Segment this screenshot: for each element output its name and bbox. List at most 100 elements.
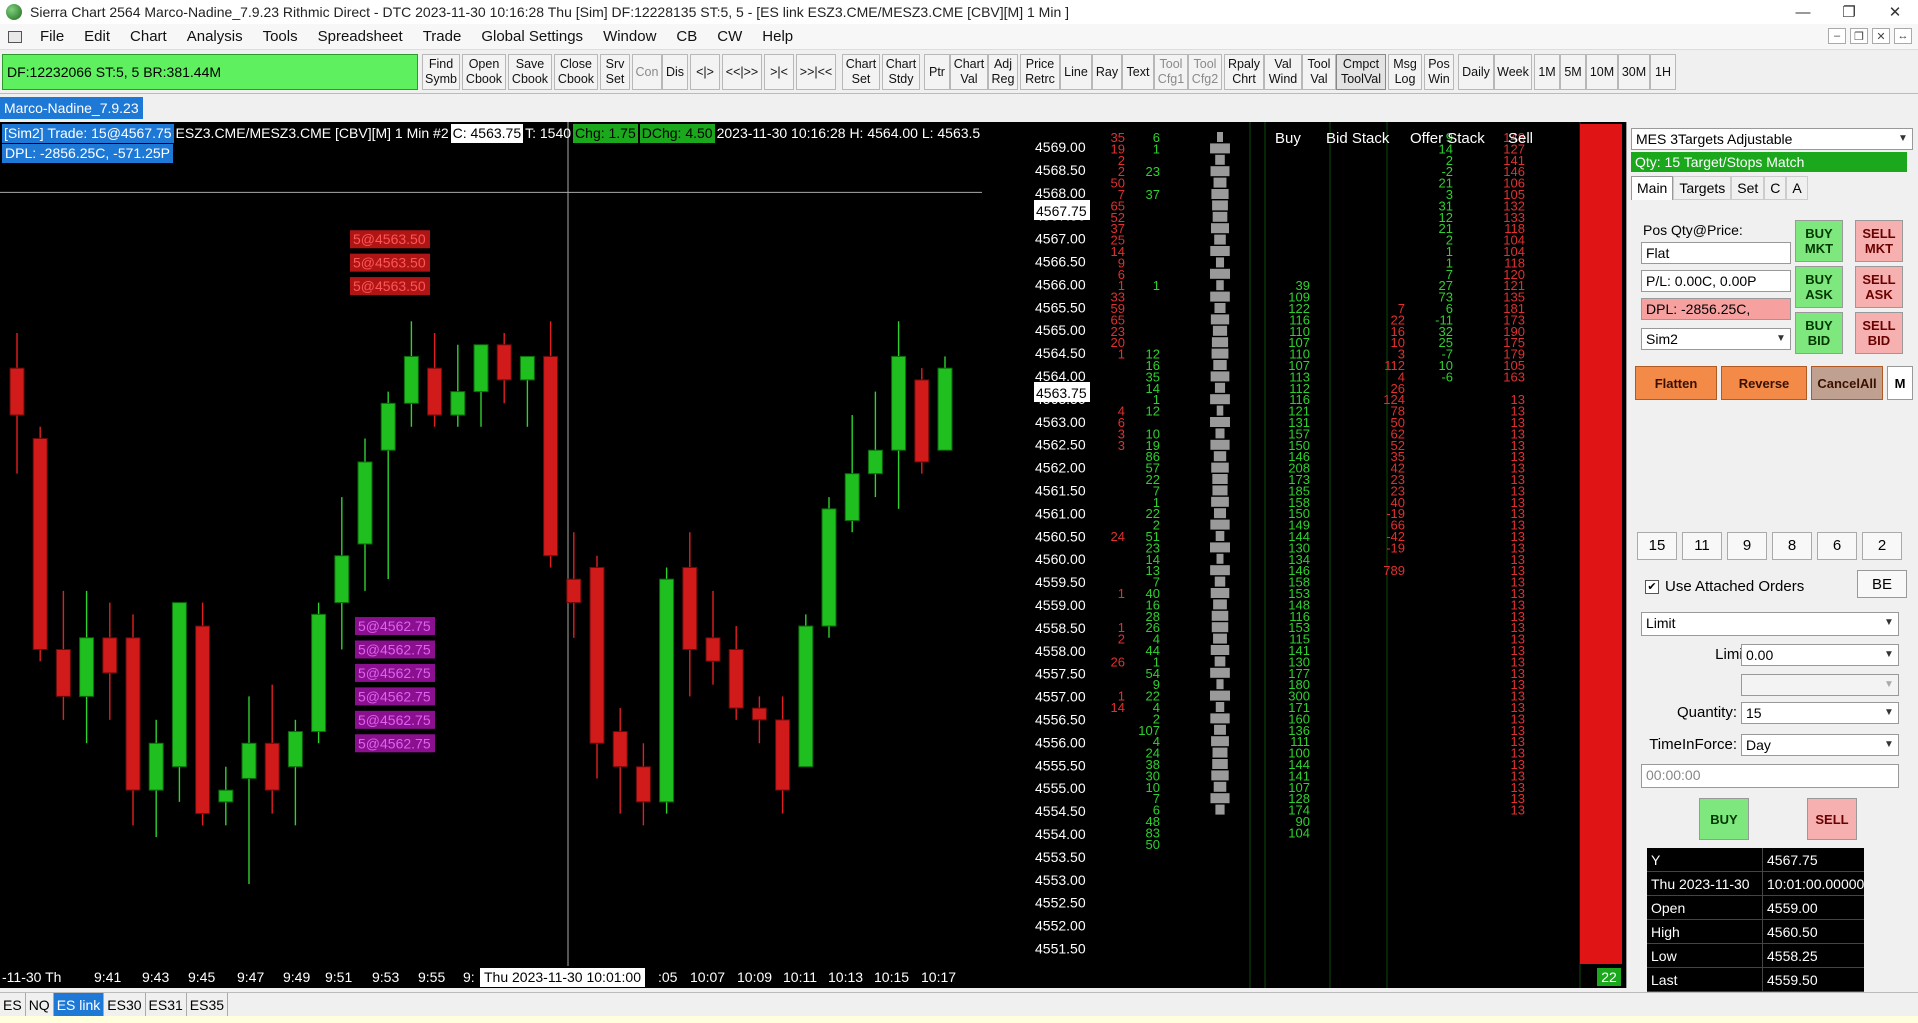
toolbar-button-tool-val[interactable]: Tool Val — [1302, 54, 1336, 90]
candlestick-chart[interactable]: 5@4563.50 5@4563.50 5@4563.50 5@4562.75 5@45… — [0, 122, 982, 966]
sell-bid-button[interactable]: SELL BID — [1855, 312, 1903, 354]
cancel-all-button[interactable]: CancelAll — [1811, 366, 1883, 400]
toolbar-button-rpaly-chrt[interactable]: Rpaly Chrt — [1224, 54, 1264, 90]
toolbar-button-[interactable]: <<|>> — [722, 54, 762, 90]
buy-button[interactable]: BUY — [1699, 798, 1749, 840]
sell-market-button[interactable]: SELL MKT — [1855, 220, 1903, 262]
toolbar-button-1h[interactable]: 1H — [1650, 54, 1676, 90]
toolbar-button-cmpct-toolval[interactable]: Cmpct ToolVal — [1336, 54, 1386, 90]
toolbar-button-chart-set[interactable]: Chart Set — [842, 54, 880, 90]
menu-analysis[interactable]: Analysis — [177, 28, 253, 45]
tab-targets[interactable]: Targets — [1673, 176, 1732, 200]
toolbar-button-chart-val[interactable]: Chart Val — [950, 54, 988, 90]
mdi-tile-button[interactable]: ↔ — [1894, 28, 1912, 44]
limit-price-input[interactable]: 0.00 ▼ — [1741, 644, 1899, 666]
expiry-time-input[interactable]: 00:00:00 — [1641, 764, 1899, 788]
time-in-force-select[interactable]: Day ▼ — [1741, 734, 1899, 756]
use-attached-checkbox[interactable]: ✔ — [1645, 579, 1659, 594]
menu-cb[interactable]: CB — [666, 28, 707, 45]
candle-body — [751, 707, 767, 721]
chart-tab-es[interactable]: ES — [0, 993, 26, 1016]
quantity-input[interactable]: 15 ▼ — [1741, 702, 1899, 724]
toolbar-button-text[interactable]: Text — [1122, 54, 1154, 90]
minimize-button[interactable]: — — [1780, 0, 1826, 24]
menu-help[interactable]: Help — [752, 28, 803, 45]
toolbar-button-chart-stdy[interactable]: Chart Stdy — [882, 54, 920, 90]
toolbar-button-open-cbook[interactable]: Open Cbook — [462, 54, 506, 90]
quantity-button-11[interactable]: 11 — [1682, 532, 1722, 560]
toolbar-button-1m[interactable]: 1M — [1534, 54, 1560, 90]
toolbar-button-10m[interactable]: 10M — [1586, 54, 1618, 90]
quantity-button-6[interactable]: 6 — [1817, 532, 1857, 560]
chart-area[interactable]: 5@4563.50 5@4563.50 5@4563.50 5@4562.75 5@45… — [0, 122, 1626, 988]
price-ladder[interactable]: 4569.004568.504568.004567.504567.004566.… — [985, 122, 1626, 988]
toolbar-button-val-wind[interactable]: Val Wind — [1264, 54, 1302, 90]
toolbar-button-find-symb[interactable]: Find Symb — [422, 54, 460, 90]
buy-market-button[interactable]: BUY MKT — [1795, 220, 1843, 262]
toolbar-button-close-cbook[interactable]: Close Cbook — [554, 54, 598, 90]
toolbar-button-tool-cfg1[interactable]: Tool Cfg1 — [1154, 54, 1188, 90]
quantity-button-9[interactable]: 9 — [1727, 532, 1767, 560]
toolbar-button-ptr[interactable]: Ptr — [924, 54, 950, 90]
toolbar-button-msg-log[interactable]: Msg Log — [1388, 54, 1422, 90]
tab-a[interactable]: A — [1786, 176, 1808, 200]
toolbar-button-srv-set[interactable]: Srv Set — [600, 54, 630, 90]
buy-ask-button[interactable]: BUY ASK — [1795, 266, 1843, 308]
toolbar-button-line[interactable]: Line — [1060, 54, 1092, 90]
toolbar-button-30m[interactable]: 30M — [1618, 54, 1650, 90]
quantity-button-2[interactable]: 2 — [1862, 532, 1902, 560]
m-button[interactable]: M — [1887, 366, 1913, 400]
tab-main[interactable]: Main — [1631, 176, 1674, 200]
chart-tab-es30[interactable]: ES30 — [104, 993, 146, 1016]
menu-cw[interactable]: CW — [707, 28, 752, 45]
flatten-button[interactable]: Flatten — [1635, 366, 1717, 400]
maximize-button[interactable]: ❐ — [1826, 0, 1872, 24]
menu-chart[interactable]: Chart — [120, 28, 177, 45]
toolbar-button-daily[interactable]: Daily — [1458, 54, 1494, 90]
header-sell: Sell — [1508, 130, 1534, 147]
menu-window[interactable]: Window — [593, 28, 666, 45]
toolbar-button-[interactable]: >>|<< — [796, 54, 836, 90]
toolbar-button-[interactable]: <|> — [690, 54, 720, 90]
toolbar-button-con[interactable]: Con — [632, 54, 662, 90]
toolbar-button-save-cbook[interactable]: Save Cbook — [508, 54, 552, 90]
buy-bid-button[interactable]: BUY BID — [1795, 312, 1843, 354]
trade-symbol-select[interactable]: MES 3Targets Adjustable ▼ — [1631, 128, 1913, 150]
sell-ask-button[interactable]: SELL ASK — [1855, 266, 1903, 308]
toolbar-button-price-retrc[interactable]: Price Retrc — [1020, 54, 1060, 90]
mdi-close-button[interactable]: ✕ — [1872, 28, 1890, 44]
menu-file[interactable]: File — [30, 28, 74, 45]
toolbar-button-week[interactable]: Week — [1494, 54, 1532, 90]
document-icon[interactable] — [8, 30, 22, 43]
chart-tab-es-link[interactable]: ES link — [53, 993, 105, 1016]
order-type-select[interactable]: Limit ▼ — [1641, 612, 1899, 636]
menu-edit[interactable]: Edit — [74, 28, 120, 45]
toolbar-button-dis[interactable]: Dis — [662, 54, 688, 90]
toolbar-button-[interactable]: >|< — [764, 54, 794, 90]
toolbar-button-pos-win[interactable]: Pos Win — [1424, 54, 1454, 90]
chart-tab-es35[interactable]: ES35 — [187, 993, 229, 1016]
toolbar-button-adj-reg[interactable]: Adj Reg — [988, 54, 1018, 90]
toolbar-button-tool-cfg2[interactable]: Tool Cfg2 — [1188, 54, 1222, 90]
secondary-price-input[interactable]: ▼ — [1741, 674, 1899, 696]
reverse-button[interactable]: Reverse — [1721, 366, 1807, 400]
chart-tab-es31[interactable]: ES31 — [146, 993, 187, 1016]
quantity-button-15[interactable]: 15 — [1637, 532, 1677, 560]
tab-c[interactable]: C — [1764, 176, 1787, 200]
menu-global-settings[interactable]: Global Settings — [471, 28, 593, 45]
menu-trade[interactable]: Trade — [413, 28, 472, 45]
tab-set[interactable]: Set — [1731, 176, 1765, 200]
account-select[interactable]: Sim2 ▼ — [1641, 328, 1791, 350]
toolbar-button-5m[interactable]: 5M — [1560, 54, 1586, 90]
breakeven-button[interactable]: BE — [1857, 570, 1907, 598]
mdi-restore-button[interactable]: ❐ — [1850, 28, 1868, 44]
menu-spreadsheet[interactable]: Spreadsheet — [308, 28, 413, 45]
sell-button[interactable]: SELL — [1807, 798, 1857, 840]
mdi-minimize-button[interactable]: – — [1828, 28, 1846, 44]
quantity-button-8[interactable]: 8 — [1772, 532, 1812, 560]
close-button[interactable]: ✕ — [1872, 0, 1918, 24]
chart-tab-nq[interactable]: NQ — [26, 993, 54, 1016]
toolbar-button-ray[interactable]: Ray — [1092, 54, 1122, 90]
chartbook-tab[interactable]: Marco-Nadine_7.9.23 — [0, 97, 143, 119]
menu-tools[interactable]: Tools — [253, 28, 308, 45]
